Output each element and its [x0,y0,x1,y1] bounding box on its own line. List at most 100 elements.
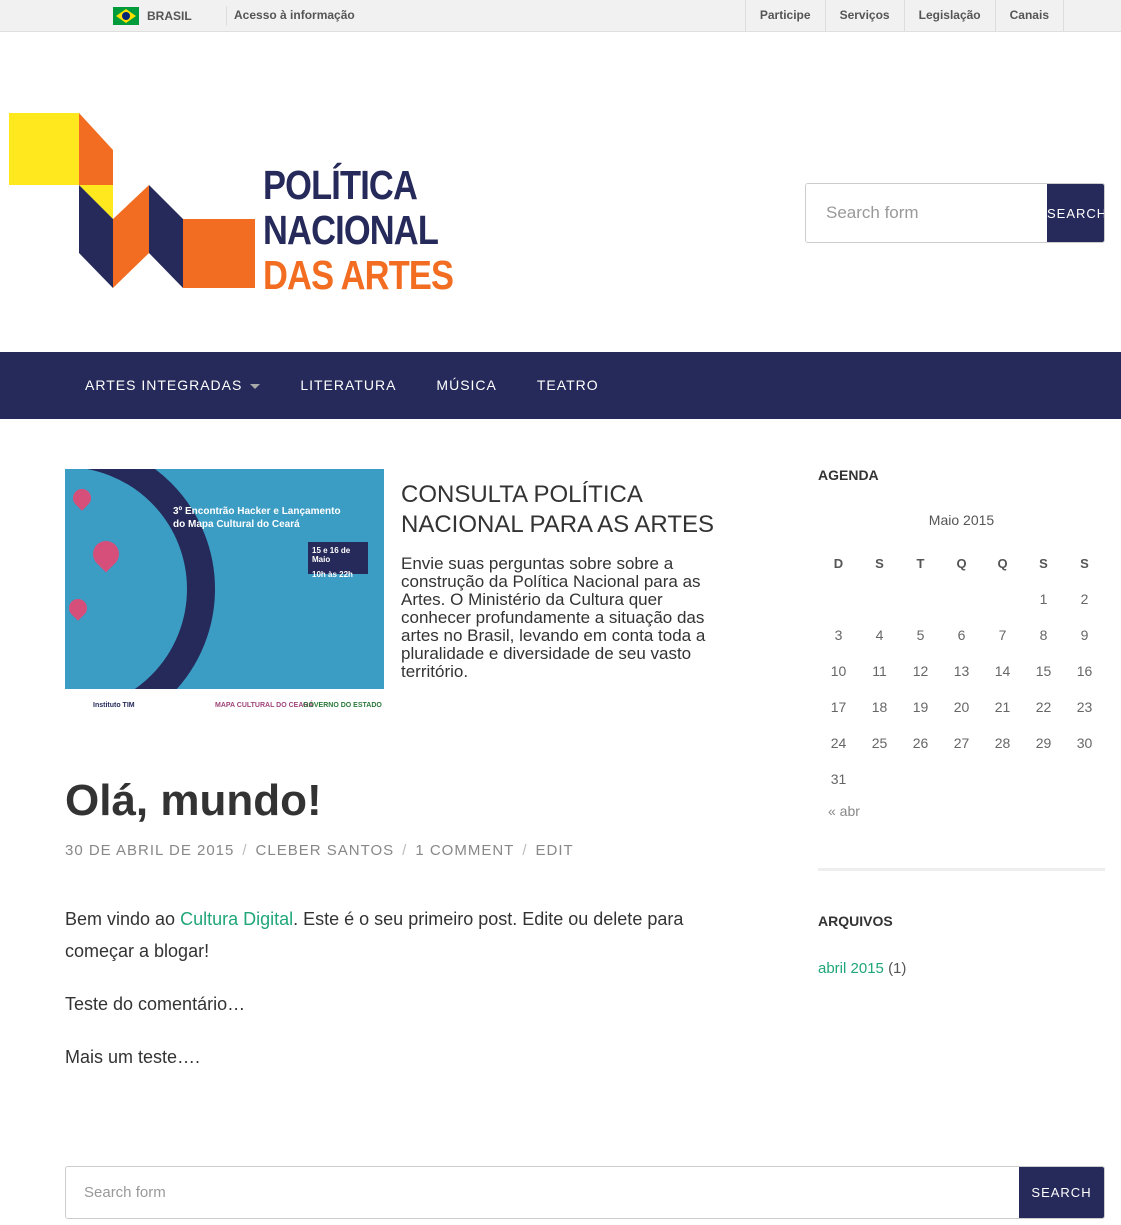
brasil-label: BRASIL [147,9,192,23]
nav-teatro[interactable]: TEATRO [537,352,599,419]
cultura-digital-link[interactable]: Cultura Digital [180,909,293,929]
nav-artes-integradas-label: ARTES INTEGRADAS [85,377,243,393]
calendar-day: 4 [875,627,884,643]
calendar-day [941,581,982,617]
calendar-table: D S T Q Q S S 12 3456789 10 11 12 13 14 15 16 … [818,545,1105,797]
nav-literatura[interactable]: LITERATURA [300,352,396,419]
calendar-day: 18 [871,699,888,715]
post-meta: 30 DE ABRIL DE 2015 / CLEBER SANTOS / 1 COMM… [65,842,574,859]
post-title[interactable]: Olá, mundo! [65,776,322,826]
meta-separator: / [242,842,248,859]
weekday-header: Q [997,555,1008,571]
gov-link-servicos[interactable]: Serviços [824,0,904,31]
calendar-day: 9 [1080,627,1089,643]
calendar-day: 31 [830,771,847,787]
calendar-day: 19 [912,699,929,715]
calendar-day: 3 [834,627,843,643]
post-author[interactable]: CLEBER SANTOS [256,842,395,859]
featured-image-title: 3º Encontrão Hacker e Lançamento do Mapa… [173,505,341,531]
calendar-day [818,581,859,617]
gov-links: Participe Serviços Legislação Canais [744,0,1064,31]
featured-image-time: 10h às 22h [312,570,353,579]
post-paragraph-2: Teste do comentário… [65,994,246,1014]
brasil-link[interactable]: BRASIL [113,6,227,26]
weekday-header: S [1080,555,1089,571]
calendar-day [900,761,941,797]
calendar-day: 23 [1076,699,1093,715]
calendar-day: 12 [912,663,929,679]
gov-link-canais[interactable]: Canais [994,0,1064,31]
post-paragraph-1: Bem vindo ao Cultura Digital. Este é o s… [65,903,755,967]
calendar-day: 26 [912,735,929,751]
gov-link-participe[interactable]: Participe [744,0,825,31]
calendar-day: 14 [994,663,1011,679]
post-edit-link[interactable]: EDIT [536,842,574,859]
featured-image-footer-mapa: MAPA CULTURAL DO CEARÁ [215,702,314,709]
calendar-week-row: 10 11 12 13 14 15 16 [818,653,1105,689]
calendar-prev-month-link[interactable]: « abr [818,803,1105,819]
post-content: Bem vindo ao Cultura Digital. Este é o s… [65,903,755,1094]
calendar-day: 2 [1080,591,1089,607]
archive-link-abril-2015[interactable]: abril 2015 [818,960,884,977]
chevron-down-icon [250,383,261,389]
logo-line-2: NACIONAL [263,207,439,253]
calendar-day: 28 [994,735,1011,751]
featured-image-dates: 15 e 16 de Maio [312,546,351,564]
calendar-day: 15 [1035,663,1052,679]
calendar-week-row: 24 25 26 27 28 29 30 [818,725,1105,761]
nav-artes-integradas[interactable]: ARTES INTEGRADAS [85,352,261,419]
calendar-week-row: 31 [818,761,1105,797]
meta-separator: / [402,842,408,859]
featured-post-excerpt: Envie suas perguntas sobre sobre a const… [401,554,706,681]
featured-image-footer-tim: Instituto TIM [93,702,135,709]
archive-count: (1) [888,960,907,977]
main-nav: ARTES INTEGRADAS LITERATURA MÚSICA TEATR… [0,352,1121,419]
header-search-button[interactable]: SEARCH [1047,184,1104,242]
gov-link-legislacao[interactable]: Legislação [903,0,995,31]
agenda-widget-title: AGENDA [818,467,879,483]
footer-search-input[interactable] [66,1167,1019,1218]
calendar-day: 13 [953,663,970,679]
brazil-flag-icon [113,7,139,25]
weekday-header: T [916,555,925,571]
weekday-header: S [875,555,884,571]
calendar-day [982,761,1023,797]
acesso-informacao-link[interactable]: Acesso à informação [234,8,355,22]
footer-search-form: SEARCH [65,1166,1105,1219]
calendar-day: 20 [953,699,970,715]
calendar-day: 21 [994,699,1011,715]
archives-widget-title: ARQUIVOS [818,913,893,929]
footer-search-button[interactable]: SEARCH [1019,1167,1104,1218]
calendar-day [900,581,941,617]
featured-image-title-line-2: do Mapa Cultural do Ceará [173,519,300,530]
calendar-day: 8 [1039,627,1048,643]
header-search-input[interactable] [806,184,1047,242]
calendar-day: 1 [1039,591,1048,607]
featured-post-title[interactable]: CONSULTA POLÍTICA NACIONAL PARA AS ARTES [401,480,741,540]
nav-musica[interactable]: MÚSICA [436,352,496,419]
calendar-day: 27 [953,735,970,751]
calendar-day: 11 [872,663,887,679]
calendar-day: 29 [1035,735,1052,751]
post-date[interactable]: 30 DE ABRIL DE 2015 [65,842,234,859]
calendar-week-row: 17 18 19 20 21 22 23 [818,689,1105,725]
post-comments-link[interactable]: 1 COMMENT [415,842,514,859]
calendar-week-row: 12 [818,581,1105,617]
calendar-day [859,761,900,797]
site-logo-text[interactable]: POLÍTICA NACIONAL DAS ARTES [263,163,454,298]
calendar-day [982,581,1023,617]
header-search-form: SEARCH [805,183,1105,243]
calendar-caption: Maio 2015 [928,512,995,528]
featured-image[interactable]: 3º Encontrão Hacker e Lançamento do Mapa… [65,469,384,719]
agenda-calendar: Maio 2015 D S T Q Q S S 12 3456789 10 11 1… [818,510,1105,819]
calendar-day [1023,761,1064,797]
post-p1-text-start: Bem vindo ao [65,909,181,929]
calendar-day: 5 [916,627,925,643]
meta-separator: / [522,842,528,859]
gov-top-bar: BRASIL Acesso à informação Participe Ser… [0,0,1121,32]
calendar-day: 24 [830,735,847,751]
calendar-day: 16 [1076,663,1093,679]
featured-image-title-line-1: 3º Encontrão Hacker e Lançamento [173,506,341,517]
archives-list-item: abril 2015 (1) [818,960,906,977]
calendar-weekday-row: D S T Q Q S S [818,545,1105,581]
